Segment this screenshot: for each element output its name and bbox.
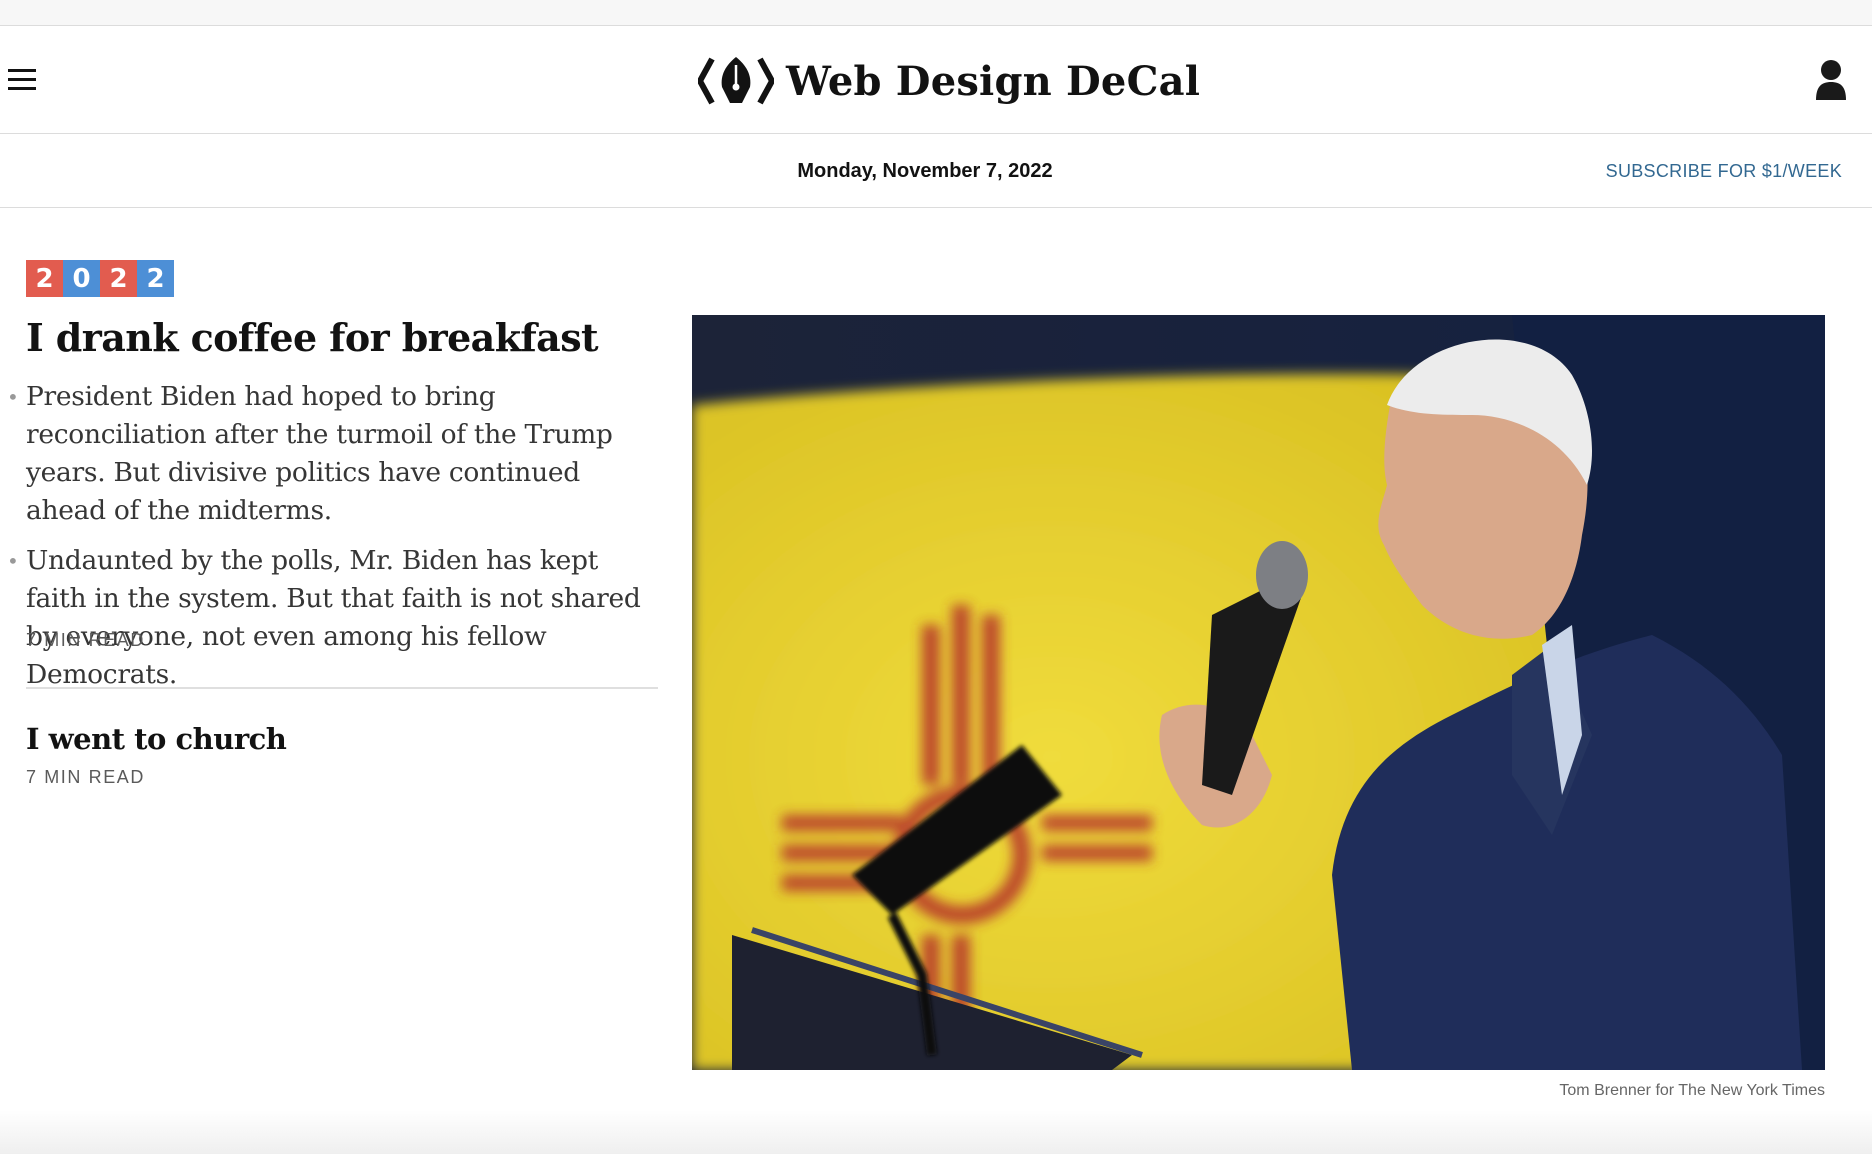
current-date: Monday, November 7, 2022 — [797, 160, 1053, 182]
second-headline[interactable]: I went to church — [26, 722, 287, 756]
photo-credit: Tom Brenner for The New York Times — [1559, 1082, 1825, 1099]
summary-text: Undaunted by the polls, Mr. Biden has ke… — [26, 545, 641, 690]
summary-item: • Undaunted by the polls, Mr. Biden has … — [0, 542, 660, 694]
speaker-photo-illustration — [692, 315, 1825, 1070]
lead-photo[interactable] — [692, 315, 1825, 1070]
badge-digit: 2 — [100, 260, 137, 297]
bullet-icon: • — [7, 549, 19, 573]
bullet-icon: • — [7, 385, 19, 409]
masthead: Web Design DeCal — [0, 26, 1872, 134]
lead-headline[interactable]: I drank coffee for breakfast — [26, 315, 666, 360]
badge-digit: 2 — [26, 260, 63, 297]
lead-summary-list: • President Biden had hoped to bring rec… — [0, 378, 660, 706]
pen-nib-logo-icon — [698, 57, 774, 105]
year-badge: 2 0 2 2 — [26, 260, 174, 297]
page-bottom-shadow — [0, 1110, 1872, 1154]
story-divider — [26, 687, 658, 689]
subscribe-link[interactable]: SUBSCRIBE FOR $1/WEEK — [1606, 161, 1842, 182]
badge-digit: 0 — [63, 260, 100, 297]
date-bar: Monday, November 7, 2022 SUBSCRIBE FOR $… — [0, 134, 1872, 208]
summary-text: President Biden had hoped to bring recon… — [26, 381, 613, 526]
browser-top-strip — [0, 0, 1872, 26]
lead-read-time: 7 MIN READ — [26, 630, 146, 650]
site-title: Web Design DeCal — [786, 57, 1201, 105]
hamburger-menu-icon[interactable] — [8, 69, 38, 91]
summary-item: • President Biden had hoped to bring rec… — [0, 378, 660, 530]
badge-digit: 2 — [137, 260, 174, 297]
second-read-time: 7 MIN READ — [26, 767, 146, 787]
user-account-icon[interactable] — [1814, 58, 1848, 102]
site-logo[interactable]: Web Design DeCal — [698, 52, 1200, 110]
